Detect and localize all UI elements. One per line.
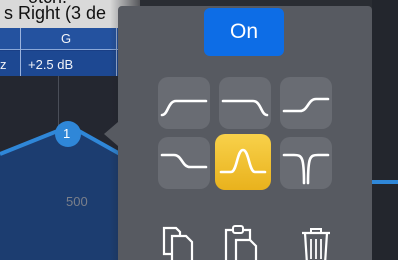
trash-icon [302,228,330,260]
gain-cell[interactable]: +2.5 dB [28,57,73,72]
low-pass-icon [221,99,269,117]
low-shelf-icon [160,153,208,169]
filter-type-popover: On [118,6,372,260]
on-toggle-button[interactable]: On [204,8,284,56]
frequency-axis-label: 500 [66,194,88,209]
delete-button[interactable] [296,224,336,260]
notch-icon [282,153,330,185]
column-header-gain: G [61,31,72,46]
background-right-edge [372,0,398,260]
high-pass-icon [160,99,208,117]
paste-icon [224,225,258,260]
band-node-label: 1 [63,126,71,141]
table-divider [20,28,21,76]
filter-notch-button[interactable] [280,137,332,189]
filter-low-pass-button[interactable] [219,77,271,129]
copy-button[interactable] [160,224,200,260]
copy-icon [162,226,194,260]
freq-cell-partial: z [0,57,7,72]
background-curve-line [372,180,398,184]
high-shelf-icon [282,97,330,113]
filter-high-shelf-button[interactable] [280,77,332,129]
popover-arrow [104,122,118,146]
background-title: s Right (3 de [4,3,107,23]
bell-icon [219,148,267,174]
filter-bell-button[interactable] [215,134,271,190]
screen: otch. s Right (3 de G z +2.5 dB 1 500 [0,0,398,260]
filter-low-shelf-button[interactable] [158,137,210,189]
paste-button[interactable] [222,224,262,260]
filter-high-pass-button[interactable] [158,77,210,129]
